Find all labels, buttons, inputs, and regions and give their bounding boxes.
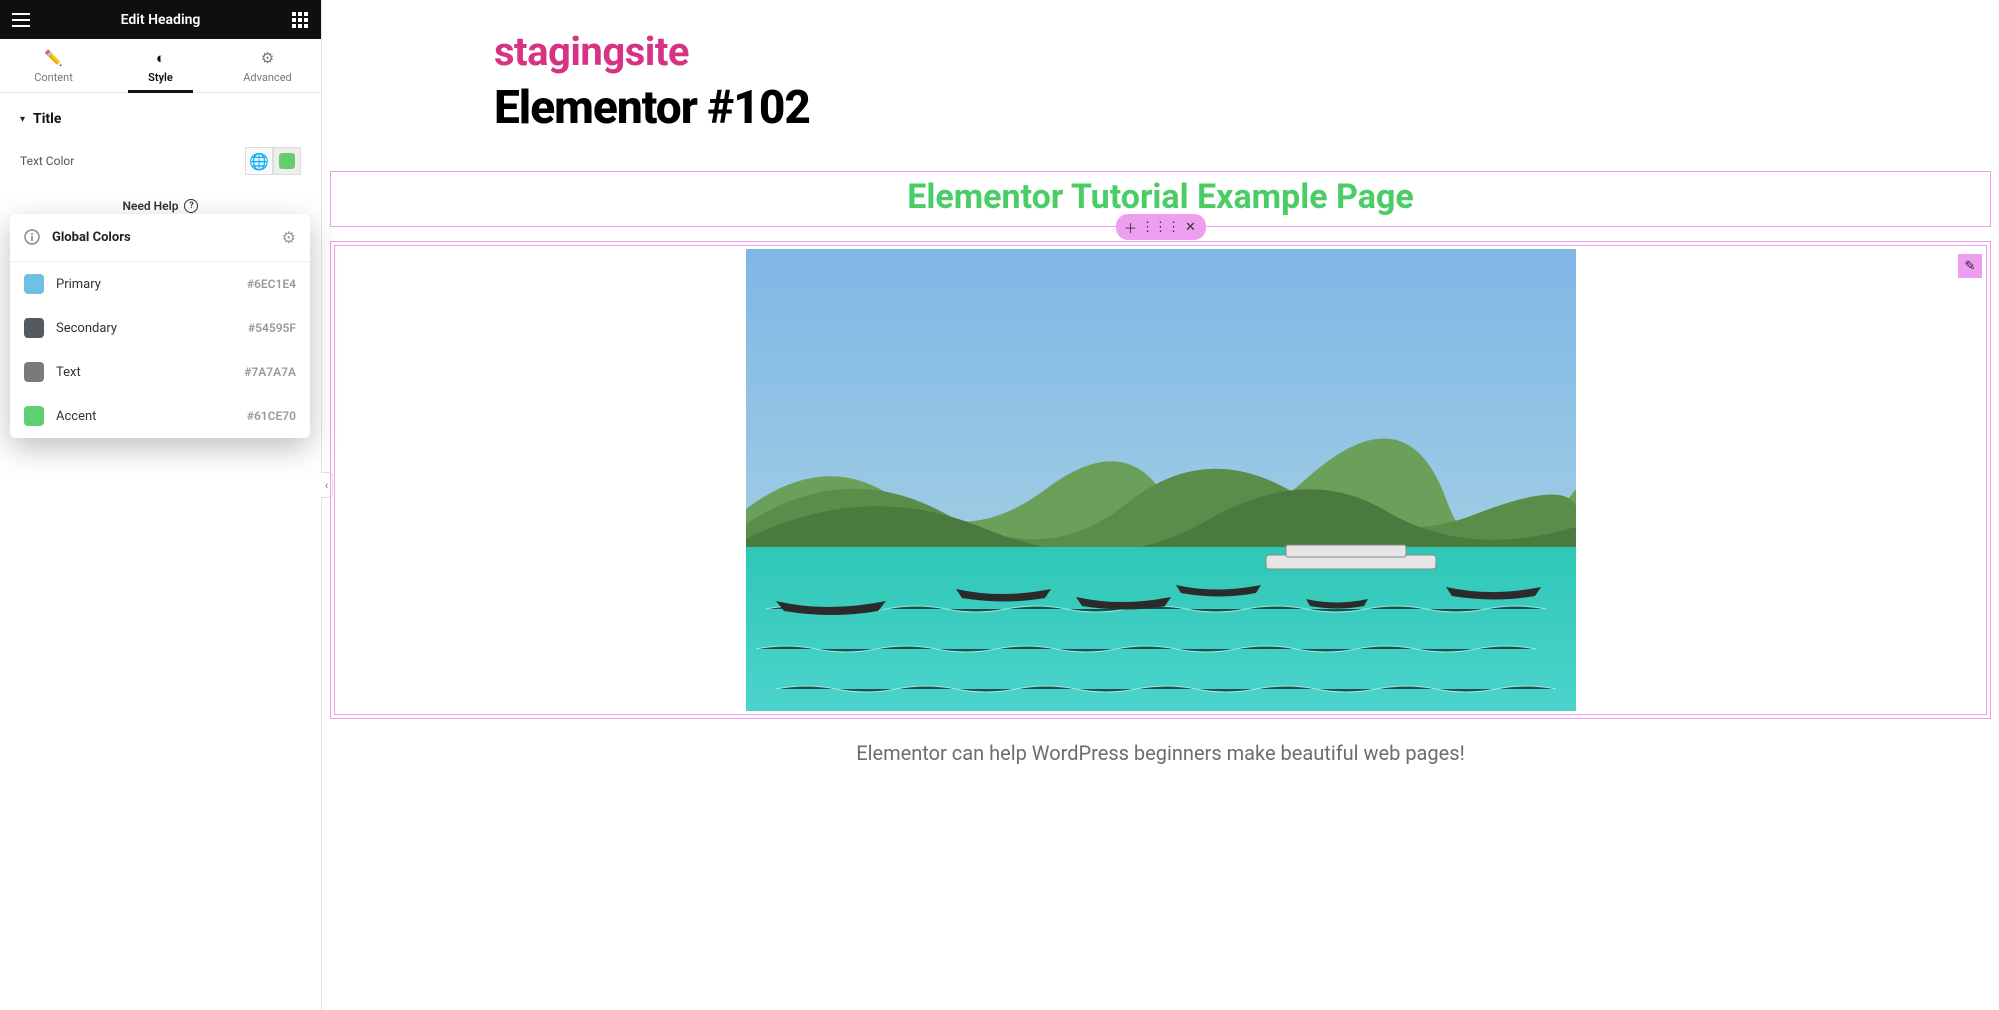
section-toggle-title[interactable]: ▾ Title	[0, 93, 321, 137]
tab-bar: ✏️ Content ◐ Style ⚙ Advanced	[0, 39, 321, 93]
color-hex: #6EC1E4	[247, 277, 296, 291]
global-color-item[interactable]: Secondary#54595F	[10, 306, 310, 350]
page-title: Elementor #102	[494, 81, 1999, 135]
caption-text: Elementor can help WordPress beginners m…	[322, 741, 1999, 765]
tab-label: Style	[148, 71, 173, 84]
global-color-item[interactable]: Primary#6EC1E4	[10, 262, 310, 306]
sidebar-header: Edit Heading	[0, 0, 321, 39]
color-swatch	[24, 274, 44, 294]
help-label: Need Help	[123, 199, 179, 213]
section-close-button[interactable]: ✕	[1176, 214, 1206, 240]
pencil-icon: ✏️	[0, 49, 107, 67]
color-name: Accent	[56, 409, 247, 424]
image-widget[interactable]	[338, 249, 1983, 711]
global-color-item[interactable]: Text#7A7A7A	[10, 350, 310, 394]
control-label: Text Color	[20, 154, 74, 168]
global-colors-popover: Global Colors ⚙ Primary#6EC1E4Secondary#…	[10, 214, 310, 438]
caret-down-icon: ▾	[20, 114, 25, 125]
global-color-button[interactable]: 🌐	[245, 147, 273, 175]
color-hex: #7A7A7A	[244, 365, 296, 379]
global-color-item[interactable]: Accent#61CE70	[10, 394, 310, 438]
color-swatch	[24, 318, 44, 338]
globe-icon: 🌐	[249, 152, 269, 171]
popover-header: Global Colors ⚙	[10, 214, 310, 262]
help-icon: ?	[184, 199, 198, 213]
section-drag-handle[interactable]: ⋮⋮⋮	[1146, 214, 1176, 240]
color-name: Secondary	[56, 321, 248, 336]
section-label: Title	[33, 111, 61, 127]
site-title[interactable]: stagingsite	[494, 28, 1999, 75]
color-picker-buttons: 🌐	[245, 147, 301, 175]
apps-grid-icon[interactable]	[289, 9, 311, 31]
tab-label: Content	[34, 71, 73, 84]
tab-style[interactable]: ◐ Style	[107, 39, 214, 92]
selected-color-swatch	[279, 153, 295, 169]
editor-sidebar: Edit Heading ✏️ Content ◐ Style ⚙ Advanc…	[0, 0, 322, 1010]
color-hex: #61CE70	[247, 409, 296, 423]
heading-section[interactable]: Elementor Tutorial Example Page ＋ ⋮⋮⋮ ✕	[330, 171, 1991, 227]
section-toolbar: ＋ ⋮⋮⋮ ✕	[1116, 214, 1206, 240]
color-name: Primary	[56, 277, 247, 292]
sidebar-title: Edit Heading	[32, 12, 289, 28]
info-icon	[24, 229, 42, 247]
image-section[interactable]: ✎	[330, 241, 1991, 719]
control-text-color: Text Color 🌐	[0, 137, 321, 187]
contrast-icon: ◐	[107, 49, 214, 67]
image-column[interactable]	[334, 245, 1987, 715]
tab-content[interactable]: ✏️ Content	[0, 39, 107, 92]
color-swatch	[24, 362, 44, 382]
tab-label: Advanced	[243, 71, 291, 84]
color-name: Text	[56, 365, 244, 380]
edit-widget-button[interactable]: ✎	[1958, 254, 1982, 278]
color-swatch-button[interactable]	[273, 147, 301, 175]
popover-settings-icon[interactable]: ⚙	[282, 228, 296, 247]
hamburger-icon[interactable]	[10, 9, 32, 31]
landscape-image	[746, 249, 1576, 711]
color-swatch	[24, 406, 44, 426]
color-hex: #54595F	[248, 321, 296, 335]
gear-icon: ⚙	[214, 49, 321, 67]
editor-canvas: stagingsite Elementor #102 Elementor Tut…	[322, 0, 1999, 1010]
popover-title: Global Colors	[52, 230, 282, 245]
tab-advanced[interactable]: ⚙ Advanced	[214, 39, 321, 92]
